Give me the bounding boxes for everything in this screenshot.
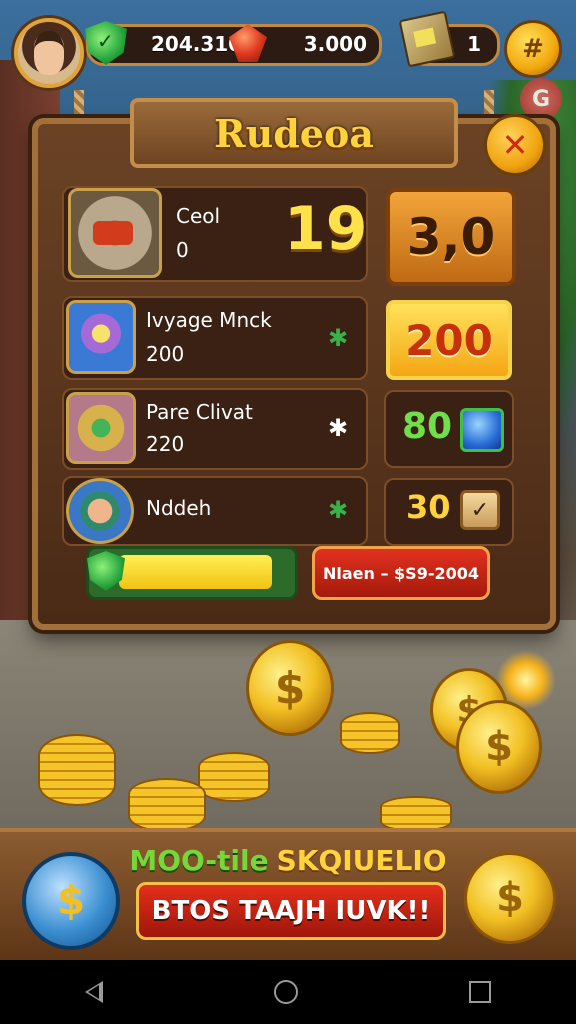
coin-stack [340,712,400,754]
small-button-label: G [531,86,551,112]
grid-icon: # [522,34,544,64]
row-name: Pare Clivat [146,400,253,424]
banner-action-button[interactable]: BTOS TAAJH IUVK!! [136,882,446,940]
top-hud: 204.3100 3.000 1 # [0,8,576,88]
clover-icon: ✱ [328,324,349,352]
coin-stack [198,752,270,802]
row-amount: 19 [284,194,368,264]
buy-button[interactable]: 200 [386,300,512,380]
dollar-icon: $ [496,875,524,921]
heart-chest-icon [68,188,162,278]
buy-button[interactable]: 3,0 [386,188,516,286]
crate-bar[interactable]: 1 [398,10,500,68]
row-name: Nddeh [146,496,212,520]
dialog-title-board: Rudeoa [130,98,458,168]
feather-icon [66,300,136,374]
coin-stack [38,734,116,806]
crate-icon [398,10,456,68]
progress-fill [119,555,272,589]
dollar-icon: $ [485,724,513,770]
banner-headline-left: MOO-tile [129,843,269,877]
blue-coin-button[interactable]: $ [22,852,120,950]
banner-headline-right: SKQIUELIO [276,843,447,877]
player-avatar[interactable] [14,18,84,88]
menu-button[interactable]: # [504,20,562,78]
dollar-icon: $ [274,662,306,714]
dialog-title: Rudeoa [214,110,374,156]
coin-stack [380,796,452,832]
gold-coin-button[interactable]: $ [464,852,556,944]
gold-coin: $ [456,700,542,794]
currency-bar: 204.3100 3.000 [85,21,382,66]
row-name: Ivyage Mnck [146,308,272,332]
clover-icon: ✱ [328,496,349,524]
close-button[interactable]: ✕ [484,114,546,176]
promo-button[interactable]: Nlaen – $S9-2004 [312,546,490,600]
avatar-face [34,31,64,75]
character-icon [66,478,134,544]
system-nav-bar [0,960,576,1024]
shield-gem-icon [85,21,127,65]
row-sub: 0 [176,238,189,262]
close-icon: ✕ [501,126,529,164]
blue-gem-icon [460,408,504,452]
price-value: 30 [406,488,451,526]
checkbox-icon[interactable]: ✓ [460,490,500,530]
home-icon[interactable] [273,980,298,1004]
secondary-value: 3.000 [303,32,367,56]
shop-row-1[interactable]: Ceol 0 19 3,0 [62,186,516,286]
coin-stack [128,778,206,832]
clover-icon: ✱ [328,414,349,442]
gold-item-icon [66,392,136,464]
red-gem-icon [229,24,267,62]
gold-coin: $ [246,640,334,736]
crate-count: 1 [467,32,481,56]
shop-row-2[interactable]: Ivyage Mnck 200 ✱ 200 [62,296,512,380]
back-icon[interactable] [85,981,104,1003]
shop-row-4[interactable]: Nddeh ✱ 30 ✓ [62,476,514,546]
price-value: 80 [402,406,453,447]
banner-headline: MOO-tile SKQIUELIO [128,838,448,882]
row-name: Ceol [176,204,221,228]
dollar-icon: $ [57,878,85,924]
row-sub: 220 [146,432,185,456]
progress-bar [86,546,298,600]
recent-apps-icon[interactable] [468,981,491,1003]
small-red-button[interactable]: G [520,78,562,120]
row-sub: 200 [146,342,185,366]
shop-row-3[interactable]: Pare Clivat 220 ✱ 80 [62,388,514,470]
